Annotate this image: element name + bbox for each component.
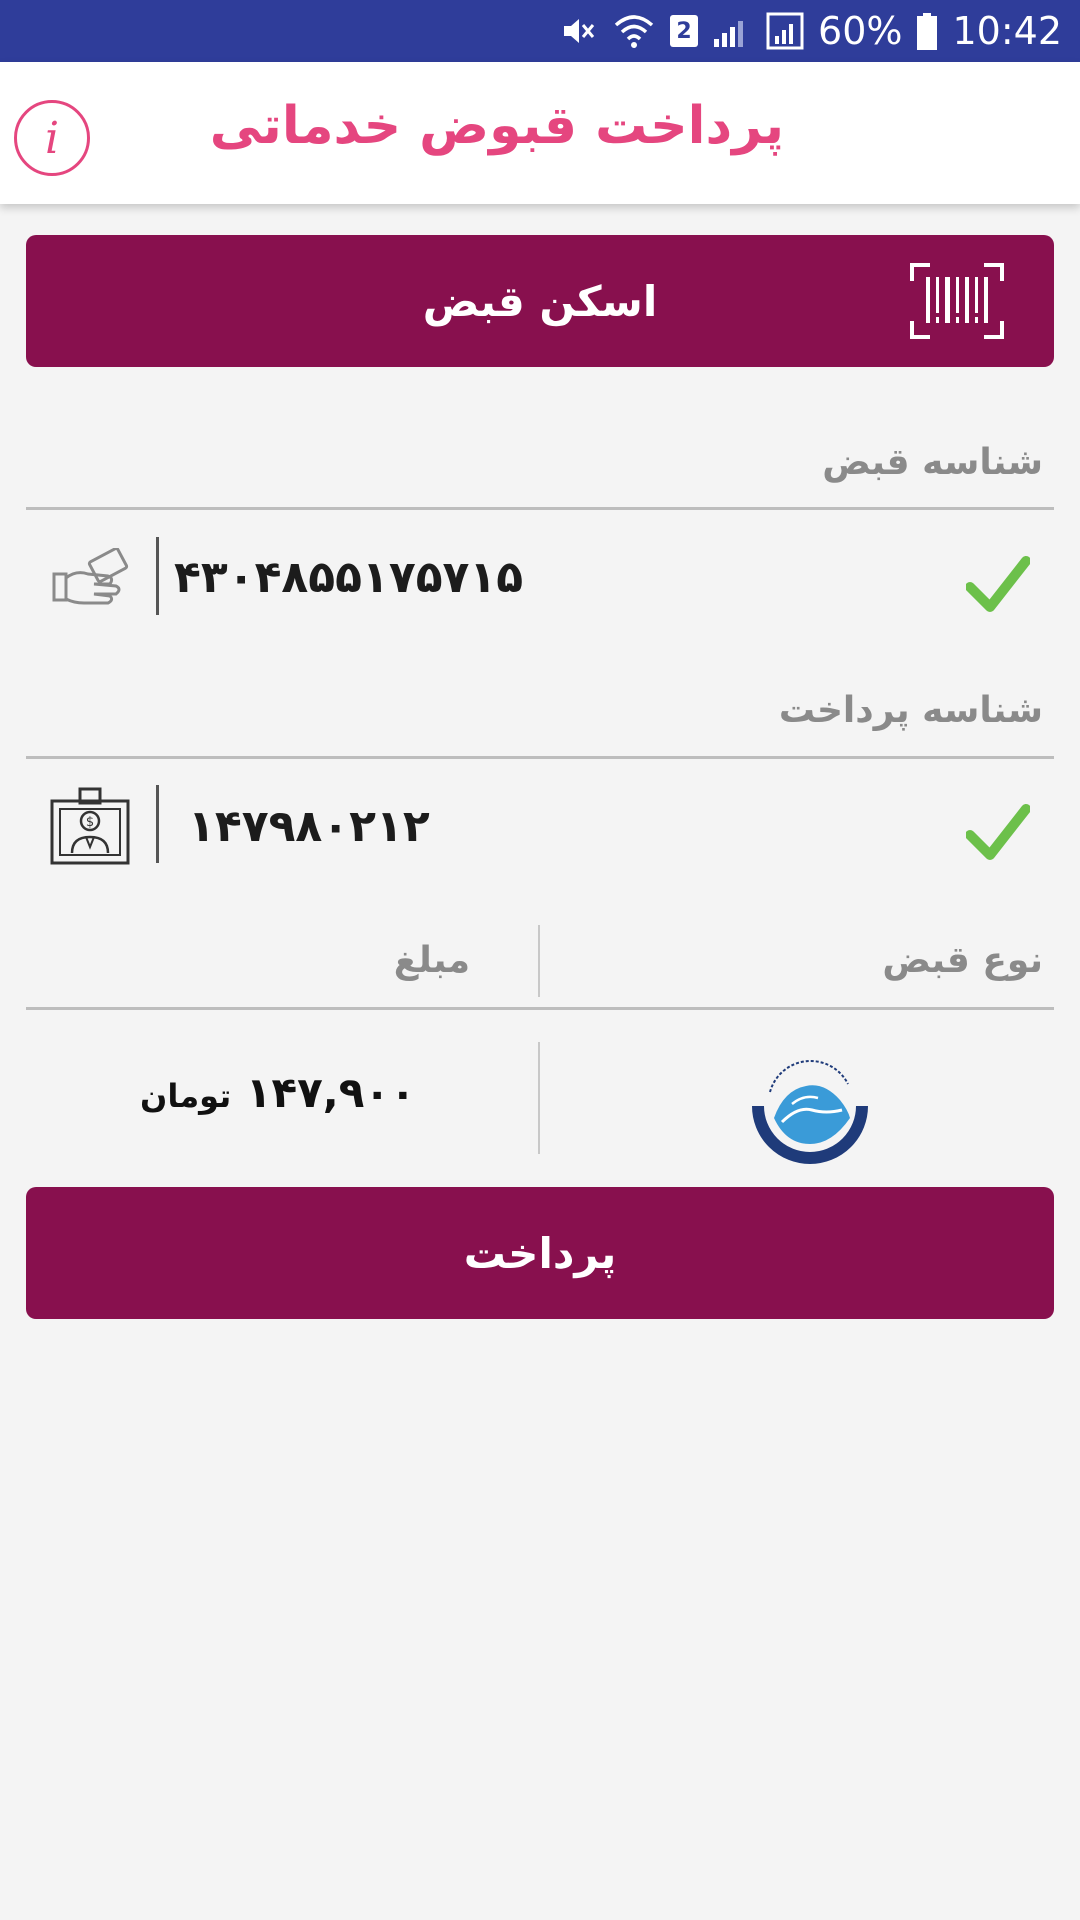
svg-text:$: $ [86,815,94,830]
info-glyph: i [44,112,60,164]
bill-type-divider [26,1007,1054,1010]
pay-label: پرداخت [463,1228,617,1278]
bill-id-label: شناسه قبض [822,442,1043,483]
amount-label: مبلغ [393,940,470,981]
amount-unit: تومان [140,1077,232,1115]
info-icon[interactable]: i [14,100,90,176]
bill-id-divider [26,507,1054,510]
payment-id-check-icon [965,803,1031,867]
signal-box-icon [766,12,804,50]
bill-id-separator [156,537,159,615]
status-bar: 2 60% 10:42 [0,0,1080,62]
barcode-scan-icon [910,263,1004,349]
clock: 10:42 [952,9,1062,53]
battery-icon [916,12,938,50]
water-company-logo [748,1040,872,1168]
sim-badge: 2 [670,15,699,47]
payment-id-separator [156,785,159,863]
pay-button[interactable]: پرداخت [26,1187,1054,1319]
mute-icon [558,11,598,51]
header-column-separator [538,925,540,997]
bill-money-icon: $ [50,787,130,869]
payment-id-divider [26,756,1054,759]
scan-bill-button[interactable]: اسکن قبض [26,235,1054,367]
payment-id-label: شناسه پرداخت [778,690,1043,731]
payment-id-value[interactable]: ۱۴۷۹۸۰۲۱۲ [188,801,430,852]
bill-id-check-icon [965,555,1031,619]
page-title: پرداخت قبوض خدماتی [209,96,784,156]
bill-id-value[interactable]: ۴۳۰۴۸۵۵۱۷۵۷۱۵ [174,552,523,603]
battery-percent: 60% [818,9,903,53]
bill-type-label: نوع قبض [882,940,1043,981]
hand-card-icon [50,546,130,616]
value-column-separator [538,1042,540,1154]
amount-number: ۱۴۷,۹۰۰ [245,1068,416,1117]
scan-bill-label: اسکن قبض [422,276,658,326]
amount-value: ۱۴۷,۹۰۰ تومان [140,1068,416,1117]
wifi-icon [612,11,656,51]
app-bar: پرداخت قبوض خدماتی i [0,62,1080,204]
signal-icon [712,13,752,49]
